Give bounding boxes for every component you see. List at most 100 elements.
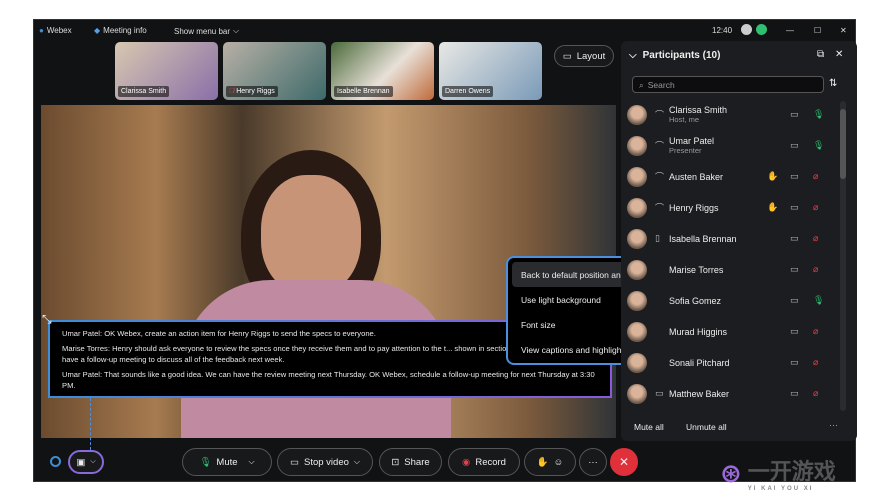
camera-icon[interactable]: ▭ [790,295,799,306]
search-icon: ⌕ [639,80,644,90]
scrollbar[interactable] [840,101,846,411]
mic-muted-icon[interactable]: ⌀ [813,171,818,182]
camera-icon[interactable]: ▭ [790,264,799,275]
participant-row[interactable]: ⌒ Austen Baker ✋ ▭ ⌀ [627,161,837,192]
camera-icon[interactable]: ▭ [790,202,799,213]
search-input[interactable]: ⌕ Search [632,76,824,93]
video-thumbnail[interactable]: Clarissa Smith [115,42,218,100]
mic-muted-icon[interactable]: ⌀ [813,233,818,244]
pop-out-icon[interactable]: ⧉ [817,49,824,60]
unmute-all-button[interactable]: Unmute all [686,422,727,432]
show-menu-bar-button[interactable]: Show menu bar ⌵ [174,26,239,36]
avatar [627,197,647,218]
minimize-button[interactable]: — [786,26,794,35]
participant-row[interactable]: Marise Torres ▭ ⌀ [627,254,837,285]
raise-hand-icon: ✋ [536,456,549,468]
participant-name: Clarissa Smith [669,105,728,115]
camera-icon[interactable]: ▭ [790,357,799,368]
mic-muted-icon[interactable]: ⌀ [813,202,818,213]
participant-row[interactable]: ⌒ Clarissa Smith Host, me ▭ 🎙 [627,99,837,130]
participant-row[interactable]: Sofia Gomez ▭ 🎙 [627,285,837,316]
participant-name: Isabella Brennan [669,233,737,244]
camera-icon[interactable]: ▭ [790,140,799,151]
participant-row[interactable]: Murad Higgins ▭ ⌀ [627,316,837,347]
mic-muted-icon[interactable]: ⌀ [813,357,818,368]
participant-row[interactable]: ⌒ Henry Riggs ✋ ▭ ⌀ [627,192,837,223]
close-panel-icon[interactable]: ✕ [835,49,843,60]
camera-icon[interactable]: ▭ [790,388,799,399]
chevron-down-icon: ⌵ [248,457,255,466]
layout-icon: ▭ [562,50,572,62]
status-icon [741,24,752,35]
headset-icon: ⌒ [655,110,665,120]
thumbnail-name: Darren Owens [442,86,494,97]
webex-logo-icon: ● [39,26,44,35]
participant-name: Sofia Gomez [669,295,722,306]
maximize-button[interactable]: ☐ [814,26,821,35]
avatar [627,352,647,373]
caption-line: Umar Patel: That sounds like a good idea… [62,370,595,390]
captions-button[interactable]: ▣ ⌵ [68,450,104,474]
more-label: ··· [588,456,598,468]
captions-icon: ▣ [76,456,86,468]
record-button[interactable]: ◉ Record [448,448,520,476]
search-placeholder: Search [647,80,675,90]
clock: 12:40 [712,26,733,35]
menu-item-label: Font size [521,319,556,330]
more-options-button[interactable]: ··· [829,420,838,430]
share-button[interactable]: ⊡ Share [379,448,442,476]
chevron-down-icon: ⌵ [90,458,96,465]
sort-icon[interactable]: ⇅ [829,78,837,89]
show-menu-bar-label: Show menu bar [174,26,231,36]
scrollbar-thumb[interactable] [840,109,846,179]
end-call-button[interactable]: ✕ [610,448,638,476]
microphone-icon[interactable]: 🎙 [813,109,824,120]
participant-role: Host, me [669,115,700,124]
phone-icon: ▯ [655,233,660,243]
microphone-icon[interactable]: 🎙 [813,140,824,151]
mute-button[interactable]: 🎙 Mute ⌵ [182,448,272,476]
webex-meeting-window: ● Webex ◆ Meeting info Show menu bar ⌵ 12:4… [33,19,857,482]
thumbnail-name: Isabelle Brennan [334,86,393,97]
meeting-info-label: Meeting info [103,26,147,35]
meeting-info-button[interactable]: ◆ Meeting info [94,26,147,35]
participant-row[interactable]: Sonali Pitchard ▭ ⌀ [627,347,837,378]
participant-row[interactable]: ▭ Matthew Baker ▭ ⌀ [627,378,837,409]
headset-icon: ⌒ [655,172,665,182]
mic-muted-icon[interactable]: ⌀ [813,326,818,337]
microphone-icon: 🎙 [199,456,212,468]
reactions-button[interactable]: ✋ ☺ [524,448,576,476]
video-thumbnail[interactable]: Isabelle Brennan [331,42,434,100]
video-thumbnail[interactable]: 🎙̸ Henry Riggs [223,42,326,100]
webex-assistant-icon[interactable] [50,456,61,467]
camera-icon[interactable]: ▭ [790,109,799,120]
avatar [627,383,647,404]
participant-row[interactable]: ⌒ Umar Patel Presenter ▭ 🎙 [627,130,837,161]
chevron-down-icon: ⌵ [233,26,240,35]
camera-icon[interactable]: ▭ [790,326,799,337]
record-label: Record [475,456,506,468]
mic-muted-icon[interactable]: ⌀ [813,388,818,399]
microphone-icon[interactable]: 🎙 [813,295,824,306]
mic-muted-icon[interactable]: ⌀ [813,264,818,275]
participants-header[interactable]: ⌵ Participants (10) [629,50,720,61]
participant-row[interactable]: ▯ Isabella Brennan ▭ ⌀ [627,223,837,254]
camera-icon[interactable]: ▭ [790,171,799,182]
video-thumbnail[interactable]: Darren Owens [439,42,542,100]
watermark-subtext: YI KAI YOU XI [747,486,814,492]
camera-icon[interactable]: ▭ [790,233,799,244]
participant-name: Sonali Pitchard [669,357,730,368]
avatar [627,135,647,156]
participants-title: Participants (10) [642,50,721,61]
info-icon: ◆ [94,26,101,35]
app-name: ● Webex [39,26,72,35]
participant-name: Murad Higgins [669,326,728,337]
mute-all-button[interactable]: Mute all [634,422,664,432]
stop-video-button[interactable]: ▭ Stop video ⌵ [277,448,373,476]
speaker-face [261,175,361,295]
close-window-button[interactable]: ✕ [840,26,847,35]
more-button[interactable]: ··· [579,448,607,476]
resize-handle-icon[interactable]: ⤡ [42,313,52,325]
layout-button[interactable]: ▭ Layout [554,45,614,67]
headset-icon: ⌒ [655,203,665,213]
